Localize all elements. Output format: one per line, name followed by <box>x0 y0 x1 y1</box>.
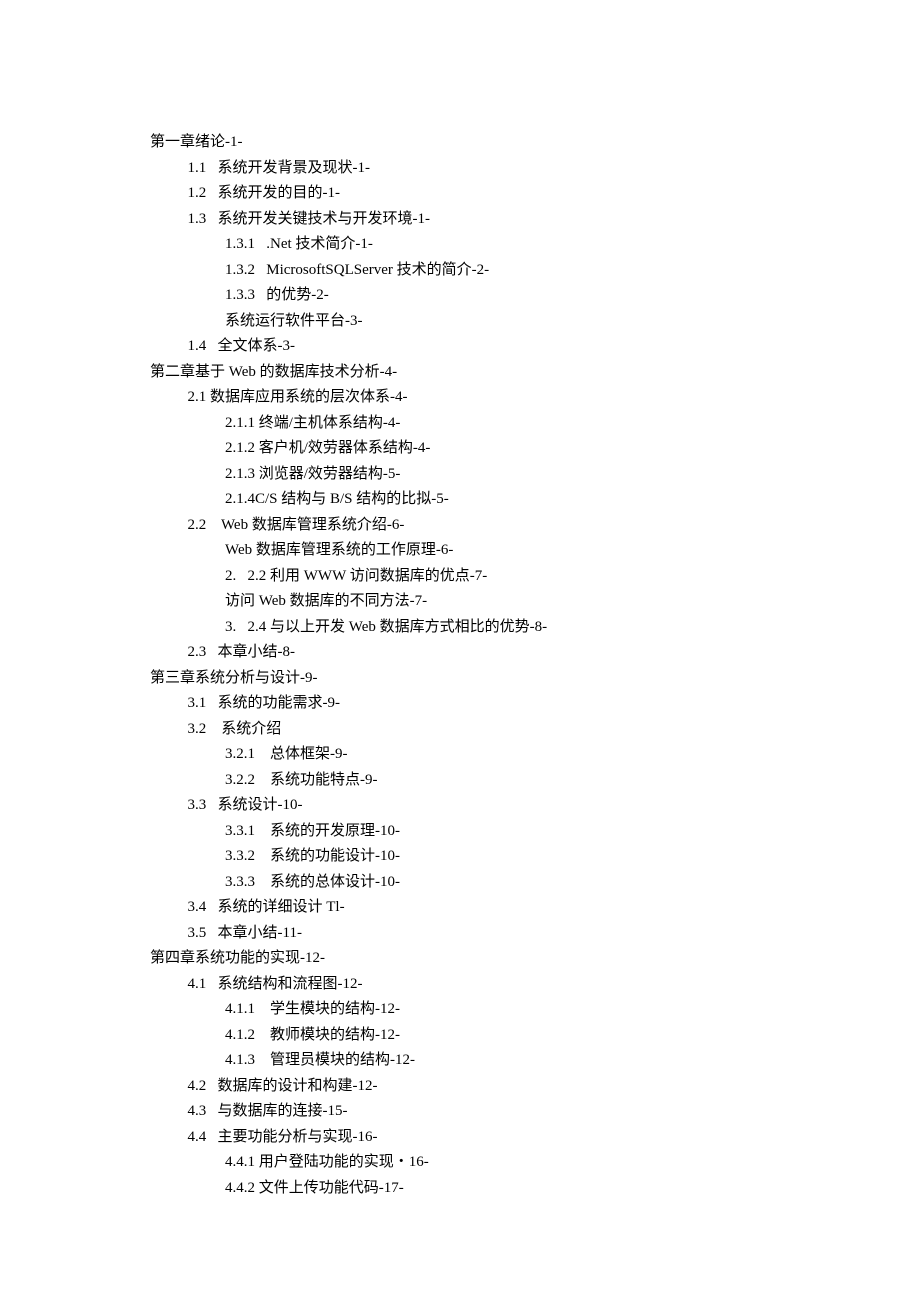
toc-entry: 访问 Web 数据库的不同方法-7- <box>150 589 780 615</box>
toc-entry: 1.3.2 MicrosoftSQLServer 技术的简介-2- <box>150 258 780 284</box>
toc-entry: 3.3 系统设计-10- <box>150 793 780 819</box>
toc-entry: 2.1.1 终端/主机体系结构-4- <box>150 411 780 437</box>
toc-entry: 3.3.3 系统的总体设计-10- <box>150 870 780 896</box>
toc-entry: 3.4 系统的详细设计 Tl- <box>150 895 780 921</box>
toc-entry: 4.4.1 用户登陆功能的实现・16- <box>150 1150 780 1176</box>
toc-entry: 3.3.2 系统的功能设计-10- <box>150 844 780 870</box>
toc-entry: 4.1.2 教师模块的结构-12- <box>150 1023 780 1049</box>
toc-entry: 3.2 系统介绍 <box>150 717 780 743</box>
toc-entry: 2.2 Web 数据库管理系统介绍-6- <box>150 513 780 539</box>
toc-entry: 1.2 系统开发的目的-1- <box>150 181 780 207</box>
toc-entry: 4.4.2 文件上传功能代码-17- <box>150 1176 780 1202</box>
toc-entry: 2.1.2 客户机/效劳器体系结构-4- <box>150 436 780 462</box>
toc-entry: 2.1.4C/S 结构与 B/S 结构的比拟-5- <box>150 487 780 513</box>
toc-entry: 3. 2.4 与以上开发 Web 数据库方式相比的优势-8- <box>150 615 780 641</box>
toc-entry: 1.3 系统开发关键技术与开发环境-1- <box>150 207 780 233</box>
toc-entry: 第一章绪论-1- <box>150 130 780 156</box>
toc-entry: 3.2.2 系统功能特点-9- <box>150 768 780 794</box>
toc-entry: 4.1 系统结构和流程图-12- <box>150 972 780 998</box>
toc-entry: 3.5 本章小结-11- <box>150 921 780 947</box>
toc-entry: 1.3.1 .Net 技术简介-1- <box>150 232 780 258</box>
toc-entry: 2.1.3 浏览器/效劳器结构-5- <box>150 462 780 488</box>
toc-entry: 3.1 系统的功能需求-9- <box>150 691 780 717</box>
toc-entry: 1.4 全文体系-3- <box>150 334 780 360</box>
table-of-contents: 第一章绪论-1-1.1 系统开发背景及现状-1-1.2 系统开发的目的-1-1.… <box>150 130 780 1201</box>
toc-entry: 4.2 数据库的设计和构建-12- <box>150 1074 780 1100</box>
toc-entry: 3.3.1 系统的开发原理-10- <box>150 819 780 845</box>
toc-entry: 4.4 主要功能分析与实现-16- <box>150 1125 780 1151</box>
toc-entry: 4.1.3 管理员模块的结构-12- <box>150 1048 780 1074</box>
toc-entry: 第三章系统分析与设计-9- <box>150 666 780 692</box>
toc-page: 第一章绪论-1-1.1 系统开发背景及现状-1-1.2 系统开发的目的-1-1.… <box>0 0 920 1301</box>
toc-entry: 2. 2.2 利用 WWW 访问数据库的优点-7- <box>150 564 780 590</box>
toc-entry: 第二章基于 Web 的数据库技术分析-4- <box>150 360 780 386</box>
toc-entry: Web 数据库管理系统的工作原理-6- <box>150 538 780 564</box>
toc-entry: 4.3 与数据库的连接-15- <box>150 1099 780 1125</box>
toc-entry: 3.2.1 总体框架-9- <box>150 742 780 768</box>
toc-entry: 第四章系统功能的实现-12- <box>150 946 780 972</box>
toc-entry: 1.3.3 的优势-2- <box>150 283 780 309</box>
toc-entry: 2.3 本章小结-8- <box>150 640 780 666</box>
toc-entry: 2.1 数据库应用系统的层次体系-4- <box>150 385 780 411</box>
toc-entry: 系统运行软件平台-3- <box>150 309 780 335</box>
toc-entry: 1.1 系统开发背景及现状-1- <box>150 156 780 182</box>
toc-entry: 4.1.1 学生模块的结构-12- <box>150 997 780 1023</box>
